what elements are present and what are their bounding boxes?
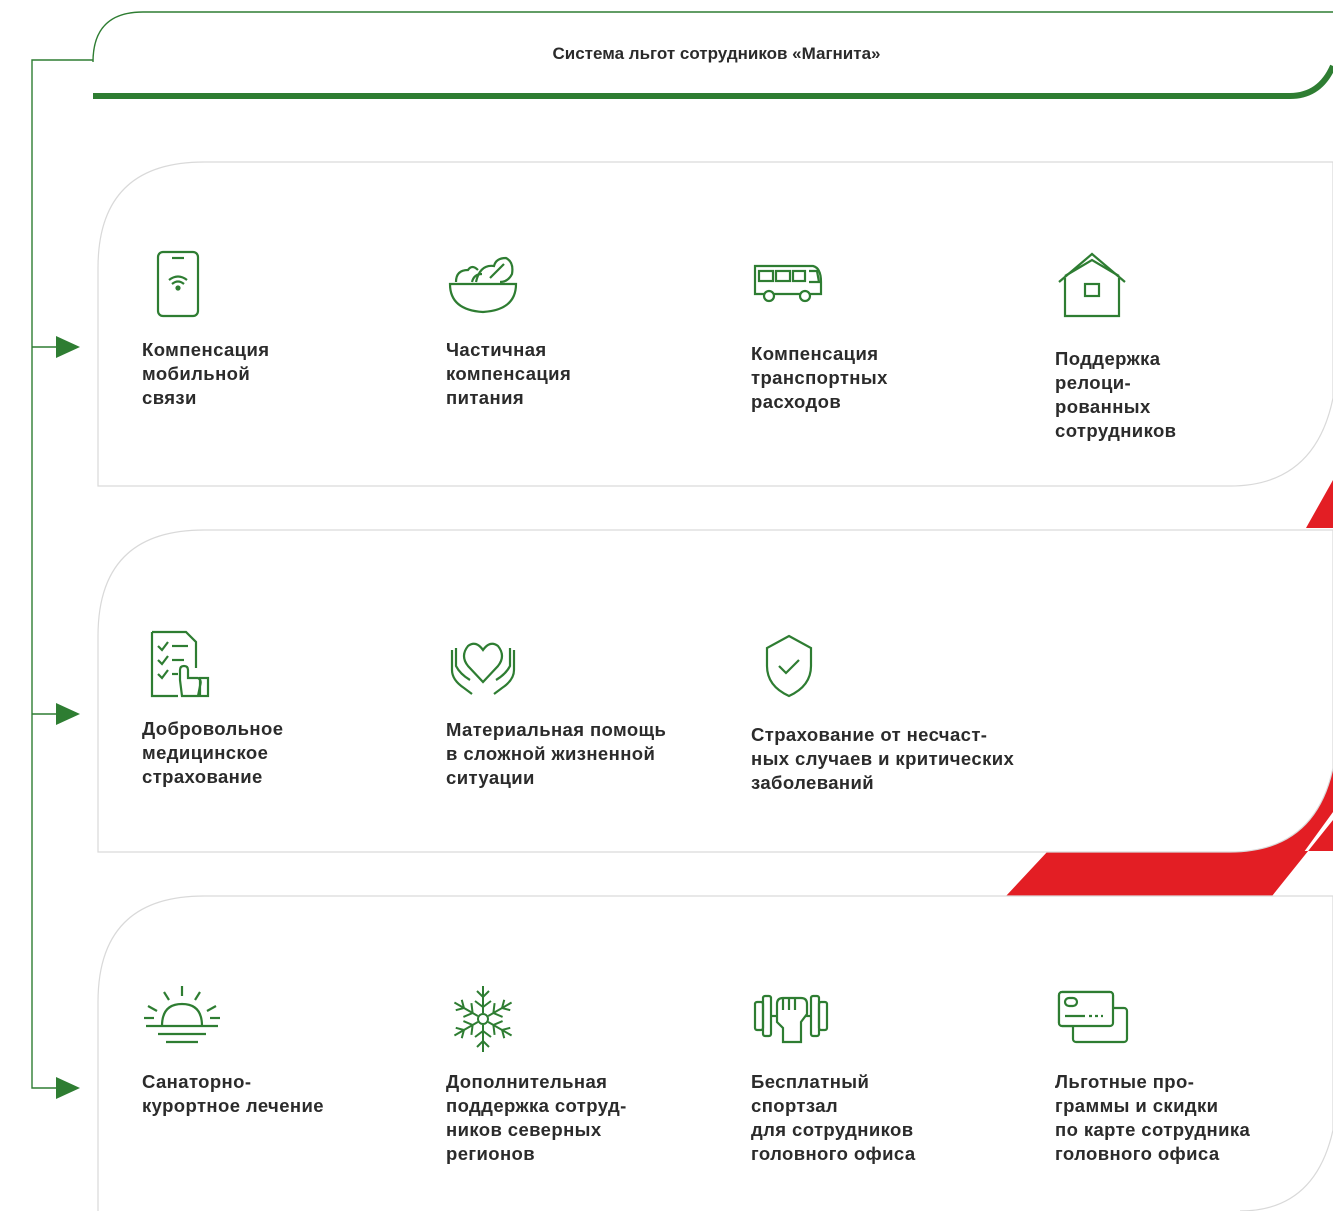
benefit-free-gym: Бесплатный спортзал для сотрудников голо… xyxy=(751,988,1041,1164)
house-icon xyxy=(1058,252,1126,318)
benefit-label: Добровольное медицинское страхование xyxy=(142,718,284,787)
benefit-label: Материальная помощь в сложной жизненной … xyxy=(446,719,667,788)
dumbbell-fist-icon xyxy=(753,994,829,1044)
benefit-label: Бесплатный спортзал для сотрудников голо… xyxy=(751,1071,916,1164)
connector-line xyxy=(31,59,93,1089)
benefit-accident-insurance: Страхование от несчаст- ных случаев и кр… xyxy=(751,634,1041,793)
benefit-mobile-compensation: Компенсация мобильной связи xyxy=(142,250,432,408)
benefit-label: Компенсация транспортных расходов xyxy=(751,343,888,412)
discount-card-icon xyxy=(1057,990,1129,1044)
connector-arrow-2 xyxy=(56,703,80,725)
benefit-discount-programs: Льготные про- граммы и скидки по карте с… xyxy=(1055,988,1333,1164)
connector-arrow-3 xyxy=(56,1077,80,1099)
benefit-label: Компенсация мобильной связи xyxy=(142,339,270,408)
benefit-sanatorium-treatment: Санаторно- курортное лечение xyxy=(142,982,432,1116)
medical-checklist-icon xyxy=(150,630,210,698)
benefit-northern-regions-support: Дополнительная поддержка сотруд- ников с… xyxy=(446,982,736,1164)
shield-check-icon xyxy=(765,634,813,698)
benefit-label: Санаторно- курортное лечение xyxy=(142,1071,324,1116)
benefit-label: Частичная компенсация питания xyxy=(446,339,572,408)
benefit-label: Льготные про- граммы и скидки по карте с… xyxy=(1055,1071,1251,1164)
diagram-title: Система льгот сотрудников «Магнита» xyxy=(552,44,881,63)
benefit-label: Дополнительная поддержка сотруд- ников с… xyxy=(446,1071,627,1164)
benefit-label: Страхование от несчаст- ных случаев и кр… xyxy=(751,724,1015,793)
salad-bowl-icon xyxy=(448,256,518,314)
benefit-relocation-support: Поддержка релоци- рованных сотрудников xyxy=(1055,250,1333,441)
benefit-voluntary-medical-insurance: Добровольное медицинское страхование xyxy=(142,628,432,787)
benefit-label: Поддержка релоци- рованных сотрудников xyxy=(1055,348,1177,441)
connector-arrow-1 xyxy=(56,336,80,358)
benefit-meal-compensation: Частичная компенсация питания xyxy=(446,252,736,408)
bus-icon xyxy=(753,264,823,303)
hands-heart-icon xyxy=(450,642,516,695)
smartphone-wifi-icon xyxy=(156,250,200,318)
benefit-financial-aid: Материальная помощь в сложной жизненной … xyxy=(446,630,736,788)
sunrise-icon xyxy=(144,986,220,1044)
snowflake-icon xyxy=(449,986,517,1053)
benefit-transport-compensation: Компенсация транспортных расходов xyxy=(751,262,1041,412)
